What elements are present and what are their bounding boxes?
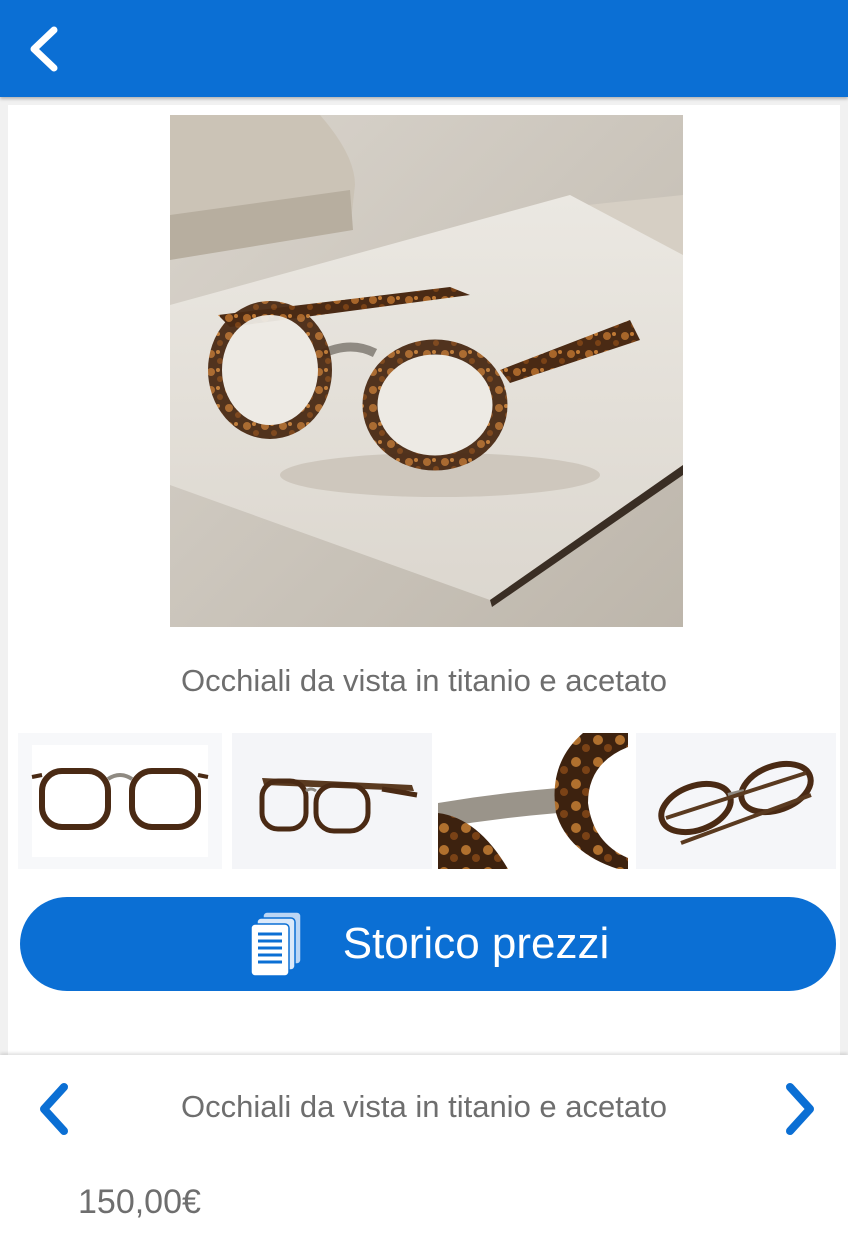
top-app-bar: [0, 0, 848, 97]
next-product-button[interactable]: [776, 1079, 824, 1139]
thumbnail-folded-view[interactable]: [636, 733, 836, 869]
thumbnail-front-view[interactable]: [18, 733, 222, 869]
product-price: 150,00€: [78, 1183, 201, 1221]
thumbnail-angle-view[interactable]: [232, 733, 432, 869]
product-main-image[interactable]: [170, 115, 683, 627]
documents-icon: [249, 911, 302, 977]
chevron-left-icon: [30, 26, 58, 72]
product-card: Occhiali da vista in titanio e acetato S…: [8, 105, 840, 1055]
price-history-button[interactable]: Storico prezzi: [20, 897, 836, 991]
chevron-right-icon: [786, 1083, 814, 1135]
back-button[interactable]: [24, 24, 64, 74]
thumbnail-bridge-detail[interactable]: [438, 733, 628, 869]
product-title: Occhiali da vista in titanio e acetato: [181, 663, 667, 698]
thumbnail-strip: [18, 733, 836, 869]
price-history-label: Storico prezzi: [342, 919, 610, 968]
nav-product-title: Occhiali da vista in titanio e acetato: [181, 1089, 667, 1124]
product-nav-panel: Occhiali da vista in titanio e acetato 1…: [0, 1055, 848, 1245]
